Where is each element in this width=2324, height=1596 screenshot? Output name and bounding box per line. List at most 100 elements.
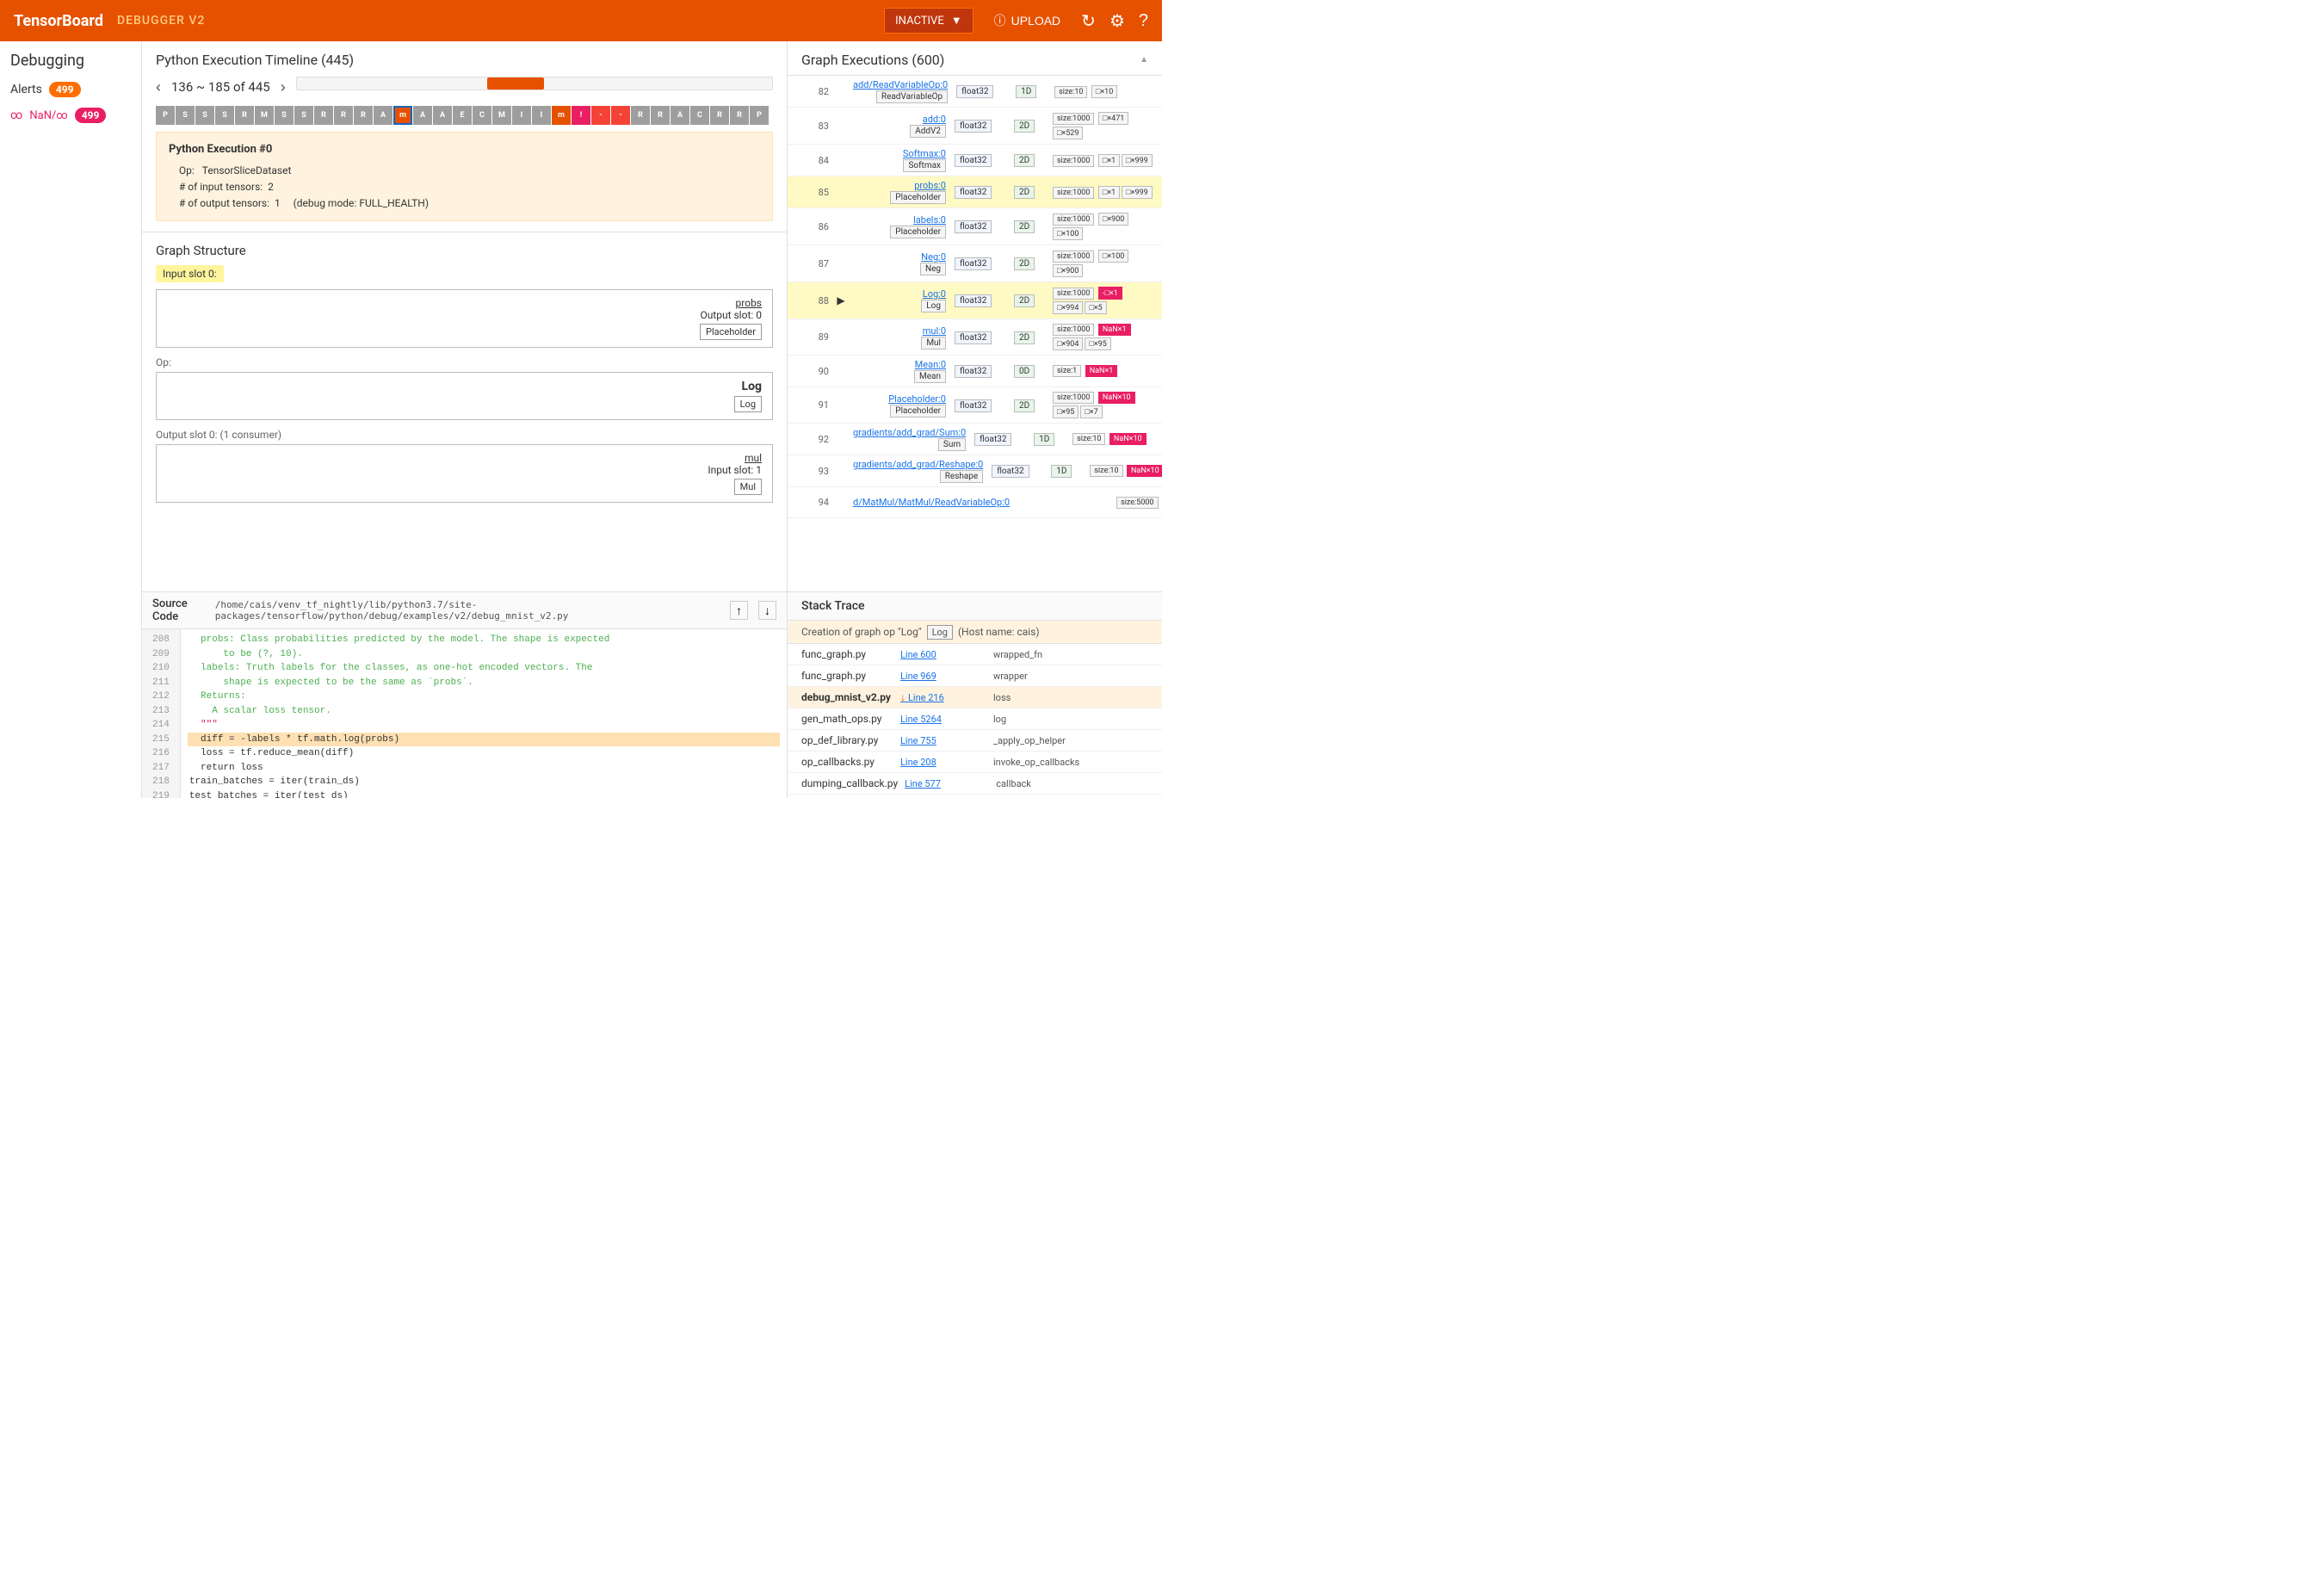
table-row[interactable]: 84 Softmax:0 Softmax float32 2D size:100…: [788, 145, 1162, 176]
input-op-name[interactable]: probs: [167, 297, 762, 309]
stack-line[interactable]: Line 969: [900, 671, 986, 682]
table-row[interactable]: 87 Neg:0 Neg float32 2D size:1000 □×100□…: [788, 245, 1162, 282]
row-op-type-tag: Softmax: [903, 159, 946, 172]
scroll-up-btn[interactable]: ↑: [730, 601, 748, 620]
row-size: size:1000 □×1□×999: [1052, 185, 1155, 200]
timeline-chip[interactable]: -: [591, 106, 610, 125]
size-value-tag: □×95: [1085, 337, 1110, 350]
size-label-tag: size:1000: [1053, 187, 1094, 199]
size-value-tag: □×1: [1098, 154, 1120, 167]
timeline-chip[interactable]: R: [235, 106, 254, 125]
stack-line[interactable]: Line 577: [905, 778, 989, 789]
settings-button[interactable]: ⚙: [1109, 10, 1125, 32]
stack-row: op_callbacks.py Line 208 invoke_op_callb…: [788, 752, 1162, 773]
input-slot-label: Input slot 0:: [156, 265, 224, 282]
stack-line[interactable]: Line 5264: [900, 714, 986, 725]
sidebar-nan-item[interactable]: ∞ NaN/∞ 499: [0, 102, 141, 128]
nav-prev-button[interactable]: ‹: [156, 78, 161, 96]
timeline-chip[interactable]: !: [572, 106, 590, 125]
timeline-chip[interactable]: R: [354, 106, 373, 125]
timeline-chip[interactable]: R: [710, 106, 729, 125]
timeline-chip[interactable]: M: [492, 106, 511, 125]
timeline-chip[interactable]: A: [413, 106, 432, 125]
size-value-tag: □×900: [1098, 213, 1128, 226]
timeline-chip[interactable]: A: [433, 106, 452, 125]
table-row[interactable]: 88 ▶ Log:0 Log float32 2D size:1000 -□×1…: [788, 282, 1162, 319]
timeline-scroll[interactable]: [296, 77, 773, 90]
timeline-chip[interactable]: R: [651, 106, 670, 125]
line-number: 219: [149, 789, 173, 799]
size-label-tag: size:1000: [1053, 324, 1094, 336]
table-row[interactable]: 94 d/MatMul/MatMul/ReadVariableOp:0 size…: [788, 487, 1162, 518]
help-button[interactable]: ?: [1139, 11, 1148, 31]
upload-button[interactable]: ⓘ UPLOAD: [987, 9, 1068, 33]
timeline-chip[interactable]: S: [176, 106, 195, 125]
nav-range: 136 ~ 185 of 445: [171, 79, 270, 95]
timeline-chip[interactable]: m: [552, 106, 571, 125]
table-row[interactable]: 89 mul:0 Mul float32 2D size:1000 NaN×1□…: [788, 319, 1162, 356]
timeline-chip[interactable]: C: [690, 106, 709, 125]
exec-detail: Python Execution #0 Op: TensorSliceDatas…: [156, 132, 773, 221]
timeline-chip[interactable]: P: [156, 106, 175, 125]
right-panel: Graph Executions (600) ▲ 82 add/ReadVari…: [788, 41, 1162, 591]
stack-row: debug_mnist_v2.py ↓ Line 216 loss: [788, 687, 1162, 708]
row-rank: 1D: [1016, 84, 1050, 98]
output-op-name[interactable]: mul: [167, 452, 762, 464]
timeline-chip[interactable]: A: [374, 106, 392, 125]
size-label-tag: size:5000: [1116, 497, 1158, 509]
scroll-down-btn[interactable]: ↓: [758, 601, 776, 620]
nav-next-button[interactable]: ›: [281, 78, 286, 96]
timeline-chip[interactable]: R: [730, 106, 749, 125]
size-value-tag: □×529: [1053, 127, 1083, 139]
stack-panel: Stack Trace Creation of graph op "Log" L…: [788, 592, 1162, 798]
table-row[interactable]: 85 probs:0 Placeholder float32 2D size:1…: [788, 176, 1162, 208]
row-rank: 2D: [1014, 331, 1048, 344]
stack-subtitle: Creation of graph op "Log" Log (Host nam…: [788, 621, 1162, 644]
timeline-chip[interactable]: S: [275, 106, 294, 125]
stack-line[interactable]: ↓ Line 216: [900, 691, 986, 703]
table-row[interactable]: 82 add/ReadVariableOp:0 ReadVariableOp f…: [788, 76, 1162, 108]
status-dropdown[interactable]: INACTIVE ▼: [884, 8, 973, 34]
row-expand-icon[interactable]: ▶: [832, 294, 850, 306]
row-dtype: float32: [992, 464, 1048, 478]
timeline-chip[interactable]: A: [671, 106, 689, 125]
table-row[interactable]: 83 add:0 AddV2 float32 2D size:1000 □×47…: [788, 108, 1162, 145]
code-line: Returns:: [188, 690, 780, 704]
timeline-chip[interactable]: R: [314, 106, 333, 125]
timeline-chip[interactable]: -: [611, 106, 630, 125]
line-number: 215: [149, 733, 173, 747]
app-logo: TensorBoard: [14, 12, 103, 30]
timeline-chip[interactable]: R: [631, 106, 650, 125]
stack-row: dumping_callback.py Line 258 _process_st…: [788, 795, 1162, 798]
line-number: 212: [149, 690, 173, 704]
timeline-chip[interactable]: S: [294, 106, 313, 125]
stack-line[interactable]: Line 208: [900, 757, 986, 768]
table-row[interactable]: 93 gradients/add_grad/Reshape:0 Reshape …: [788, 455, 1162, 487]
size-value-tag: □×471: [1098, 112, 1128, 125]
stack-line[interactable]: Line 600: [900, 649, 986, 660]
timeline-chip[interactable]: E: [453, 106, 472, 125]
timeline-chip[interactable]: m: [393, 106, 412, 125]
table-row[interactable]: 90 Mean:0 Mean float32 0D size:1 NaN×1: [788, 356, 1162, 387]
stack-line[interactable]: Line 755: [900, 735, 986, 746]
timeline-chip[interactable]: C: [473, 106, 491, 125]
line-number: 214: [149, 718, 173, 733]
timeline-chip[interactable]: M: [255, 106, 274, 125]
timeline-chip[interactable]: I: [512, 106, 531, 125]
output-op-type-tag: Mul: [734, 479, 762, 495]
exec-detail-outputs: # of output tensors: 1 (debug mode: FULL…: [169, 195, 760, 212]
table-row[interactable]: 91 Placeholder:0 Placeholder float32 2D …: [788, 387, 1162, 424]
timeline-chip[interactable]: I: [532, 106, 551, 125]
code-line: loss = tf.reduce_mean(diff): [188, 746, 780, 761]
output-slot-label: Output slot 0: (1 consumer): [156, 429, 773, 441]
row-op-name: add:0 AddV2: [853, 114, 951, 138]
stack-file: debug_mnist_v2.py: [801, 691, 893, 703]
table-row[interactable]: 86 labels:0 Placeholder float32 2D size:…: [788, 208, 1162, 245]
table-row[interactable]: 92 gradients/add_grad/Sum:0 Sum float32 …: [788, 424, 1162, 455]
timeline-chip[interactable]: S: [195, 106, 214, 125]
timeline-chip[interactable]: P: [750, 106, 769, 125]
timeline-chip[interactable]: S: [215, 106, 234, 125]
timeline-chip[interactable]: R: [334, 106, 353, 125]
refresh-button[interactable]: ↻: [1081, 10, 1096, 32]
exec-table[interactable]: 82 add/ReadVariableOp:0 ReadVariableOp f…: [788, 76, 1162, 591]
